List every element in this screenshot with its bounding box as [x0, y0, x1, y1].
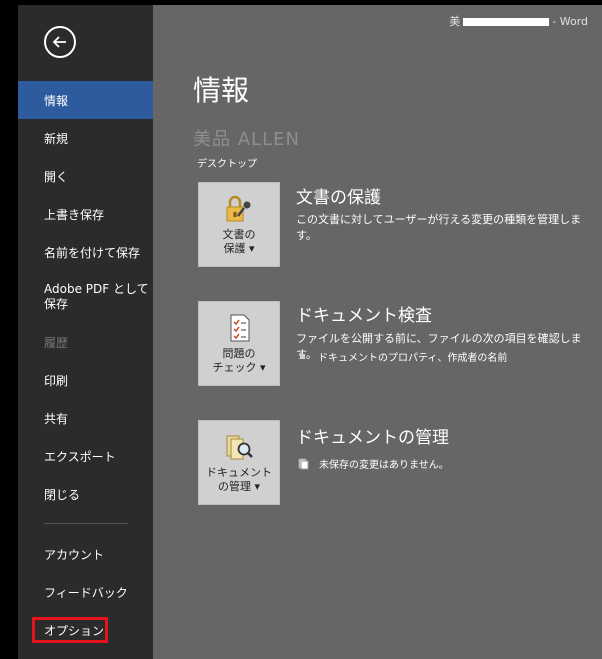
nav-history-label: 履歴: [44, 335, 69, 350]
nav-save-adobe-pdf-label: Adobe PDF として 保存: [44, 282, 149, 311]
sidebar-divider: [44, 523, 128, 524]
nav-new[interactable]: 新規: [18, 119, 153, 157]
nav-export-label: エクスポート: [44, 449, 116, 464]
nav-info[interactable]: 情報: [18, 81, 153, 119]
check-for-issues-label: 問題の チェック ▾: [212, 347, 266, 374]
nav-save-as[interactable]: 名前を付けて保存: [18, 233, 153, 271]
nav-open-label: 開く: [44, 169, 69, 184]
document-location: デスクトップ: [197, 159, 257, 170]
manage-document-label: ドキュメント の管理 ▾: [206, 466, 272, 493]
nav-info-label: 情報: [44, 93, 69, 108]
manage-document-button[interactable]: ドキュメント の管理 ▾: [198, 420, 280, 505]
nav-account[interactable]: アカウント: [18, 535, 153, 573]
nav-save[interactable]: 上書き保存: [18, 195, 153, 233]
nav-history: 履歴: [18, 323, 153, 361]
lock-key-icon: [226, 195, 251, 222]
inspect-item: ドキュメントのプロパティ、作成者の名前: [300, 349, 507, 364]
nav-feedback[interactable]: フィードバック: [18, 573, 153, 611]
inspect-document-title: ドキュメント検査: [296, 306, 432, 326]
manage-document-icon: [226, 435, 253, 460]
nav-print[interactable]: 印刷: [18, 361, 153, 399]
protect-document-button[interactable]: 文書の 保護 ▾: [198, 182, 280, 267]
protect-document-title: 文書の保護: [296, 188, 381, 208]
nav-close[interactable]: 閉じる: [18, 475, 153, 513]
manage-item: 未保存の変更はありません。: [298, 456, 449, 471]
protect-document-description: この文書に対してユーザーが行える変更の種類を管理します。: [296, 213, 582, 242]
nav-save-adobe-pdf[interactable]: Adobe PDF として 保存: [18, 277, 153, 317]
nav-save-label: 上書き保存: [44, 207, 105, 222]
document-stack-icon: [298, 458, 309, 469]
document-name: 美品 ALLEN: [193, 129, 300, 150]
title-user-prefix: 美: [449, 15, 461, 28]
title-bar: 美 - Word: [449, 13, 588, 29]
inspect-item-label: ドキュメントのプロパティ、作成者の名前: [318, 353, 508, 364]
check-for-issues-button[interactable]: 問題の チェック ▾: [198, 301, 280, 386]
manage-item-label: 未保存の変更はありません。: [319, 460, 449, 471]
page-title: 情報: [193, 74, 250, 107]
nav-share-label: 共有: [44, 411, 69, 426]
manage-document-title: ドキュメントの管理: [296, 428, 449, 448]
nav-export[interactable]: エクスポート: [18, 437, 153, 475]
back-arrow-icon: [52, 36, 66, 48]
nav-share[interactable]: 共有: [18, 399, 153, 437]
nav-account-label: アカウント: [44, 547, 105, 562]
nav-open[interactable]: 開く: [18, 157, 153, 195]
info-pane: 美 - Word 情報 美品 ALLEN デスクトップ 文書の 保護 ▾ 文書の保…: [153, 5, 602, 659]
inspect-document-icon: [230, 314, 250, 342]
nav-close-label: 閉じる: [44, 487, 81, 502]
options-highlight-box: [32, 617, 108, 643]
title-app-name: Word: [559, 15, 588, 28]
redacted-filename: [463, 18, 550, 26]
back-button[interactable]: [44, 26, 76, 58]
title-separator: -: [552, 15, 557, 28]
bullet-square: [300, 354, 305, 359]
nav-new-label: 新規: [44, 131, 69, 146]
protect-document-label: 文書の 保護 ▾: [222, 228, 256, 255]
backstage-window: 情報 新規 開く 上書き保存 名前を付けて保存 Adobe PDF として 保存…: [0, 0, 602, 659]
nav-save-as-label: 名前を付けて保存: [44, 245, 141, 260]
backstage-sidebar: 情報 新規 開く 上書き保存 名前を付けて保存 Adobe PDF として 保存…: [18, 5, 153, 659]
nav-feedback-label: フィードバック: [44, 585, 128, 600]
nav-print-label: 印刷: [44, 373, 69, 388]
